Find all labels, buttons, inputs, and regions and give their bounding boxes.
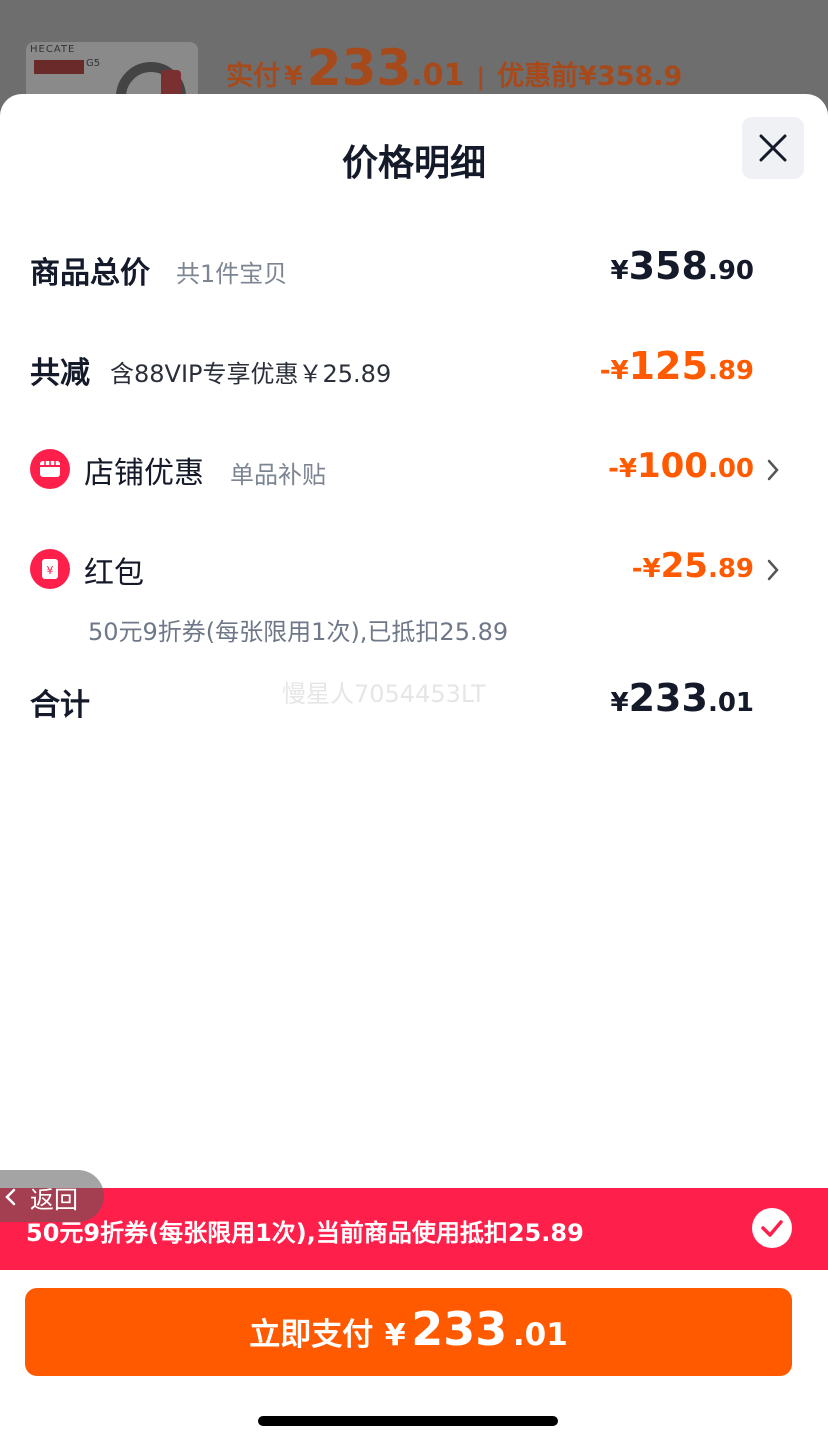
red-packet-label: 红包	[84, 556, 144, 591]
paid-currency: ¥	[284, 61, 303, 92]
minus-sign: -	[608, 454, 619, 484]
store-discount-label: 店铺优惠	[84, 456, 204, 491]
paid-label: 实付	[226, 61, 280, 92]
coupon-banner-text: 50元9折券(每张限用1次),当前商品使用抵扣25.89	[26, 1219, 584, 1247]
minus-sign: -	[631, 554, 643, 584]
amount-integer: 25	[660, 546, 708, 586]
amount-decimal: .01	[512, 1317, 568, 1353]
product-brand: HECATE	[30, 44, 76, 55]
home-indicator	[258, 1416, 558, 1426]
check-icon[interactable]	[752, 1208, 792, 1248]
store-discount-sub: 单品补贴	[230, 461, 326, 489]
amount-integer: 100	[636, 446, 708, 486]
watermark: 慢星人7054453LT	[282, 680, 486, 708]
chevron-right-icon	[767, 559, 779, 581]
paid-integer: 233	[306, 39, 412, 97]
product-model: G5	[86, 58, 101, 69]
back-button[interactable]: 返回	[0, 1170, 104, 1222]
amount-decimal: .01	[707, 688, 754, 718]
vip-discount-note: 含88VIP专享优惠￥25.89	[110, 360, 392, 388]
amount-integer: 233	[628, 676, 708, 720]
total-discount-label: 共减	[30, 356, 90, 391]
total-goods-amount: ¥ 358 .90	[611, 244, 754, 288]
amount-integer: 125	[628, 344, 708, 388]
price-detail-sheet: 价格明细 商品总价 共1件宝贝 ¥ 358 .90 共减 含88VIP专享优惠￥…	[0, 94, 828, 1443]
minus-sign: -	[599, 356, 611, 386]
svg-text:¥: ¥	[47, 564, 54, 577]
currency-symbol: ¥	[642, 554, 661, 584]
currency-symbol: ¥	[384, 1318, 406, 1353]
coupon-banner[interactable]: 50元9折券(每张限用1次),当前商品使用抵扣25.89	[0, 1188, 828, 1270]
currency-symbol: ¥	[610, 688, 629, 718]
amount-decimal: .89	[707, 554, 754, 584]
total-goods-count: 共1件宝贝	[176, 260, 288, 288]
total-goods-label: 商品总价	[30, 256, 150, 291]
red-packet-icon: ¥	[30, 549, 70, 589]
amount-integer: 358	[628, 244, 708, 288]
currency-symbol: ¥	[610, 256, 629, 286]
total-discount-amount: - ¥ 125 .89	[600, 344, 754, 388]
coupon-usage-note: 50元9折券(每张限用1次),已抵扣25.89	[88, 618, 509, 646]
sheet-title: 价格明细	[341, 143, 486, 184]
back-label: 返回	[30, 1186, 78, 1214]
paid-decimal: .01	[411, 58, 465, 93]
amount-decimal: .89	[707, 356, 754, 386]
product-tag	[34, 60, 84, 74]
amount-decimal: .00	[707, 454, 754, 484]
subtotal-label: 合计	[30, 688, 90, 723]
pay-now-label: 立即支付	[249, 1317, 374, 1353]
row-store-discount[interactable]: 店铺优惠 单品补贴 - ¥ 100 .00	[30, 446, 790, 496]
pay-now-content: 立即支付 ¥ 233 .01	[25, 1302, 792, 1356]
chevron-right-icon	[767, 459, 779, 481]
close-icon	[759, 134, 787, 162]
currency-symbol: ¥	[618, 454, 637, 484]
row-total-goods: 商品总价 共1件宝贝 ¥ 358 .90	[30, 244, 790, 294]
original-price: ¥358.9	[578, 61, 683, 92]
original-label: 优惠前	[497, 61, 579, 92]
price-summary: 实付 ¥ 233 .01 | 优惠前 ¥358.9	[226, 40, 682, 96]
chevron-left-icon	[5, 1188, 16, 1206]
row-total-discount: 共减 含88VIP专享优惠￥25.89 - ¥ 125 .89	[30, 344, 790, 394]
amount-integer: 233	[411, 1302, 508, 1356]
subtotal-amount: ¥ 233 .01	[611, 676, 754, 720]
shop-icon	[30, 449, 70, 489]
currency-symbol: ¥	[610, 356, 629, 386]
close-button[interactable]	[742, 117, 804, 179]
row-red-packet[interactable]: ¥ 红包 - ¥ 25 .89	[30, 546, 790, 596]
store-discount-amount: - ¥ 100 .00	[608, 446, 754, 486]
red-packet-amount: - ¥ 25 .89	[632, 546, 754, 586]
amount-decimal: .90	[707, 256, 754, 286]
price-separator: |	[476, 63, 486, 91]
pay-now-button[interactable]: 立即支付 ¥ 233 .01	[25, 1288, 792, 1376]
